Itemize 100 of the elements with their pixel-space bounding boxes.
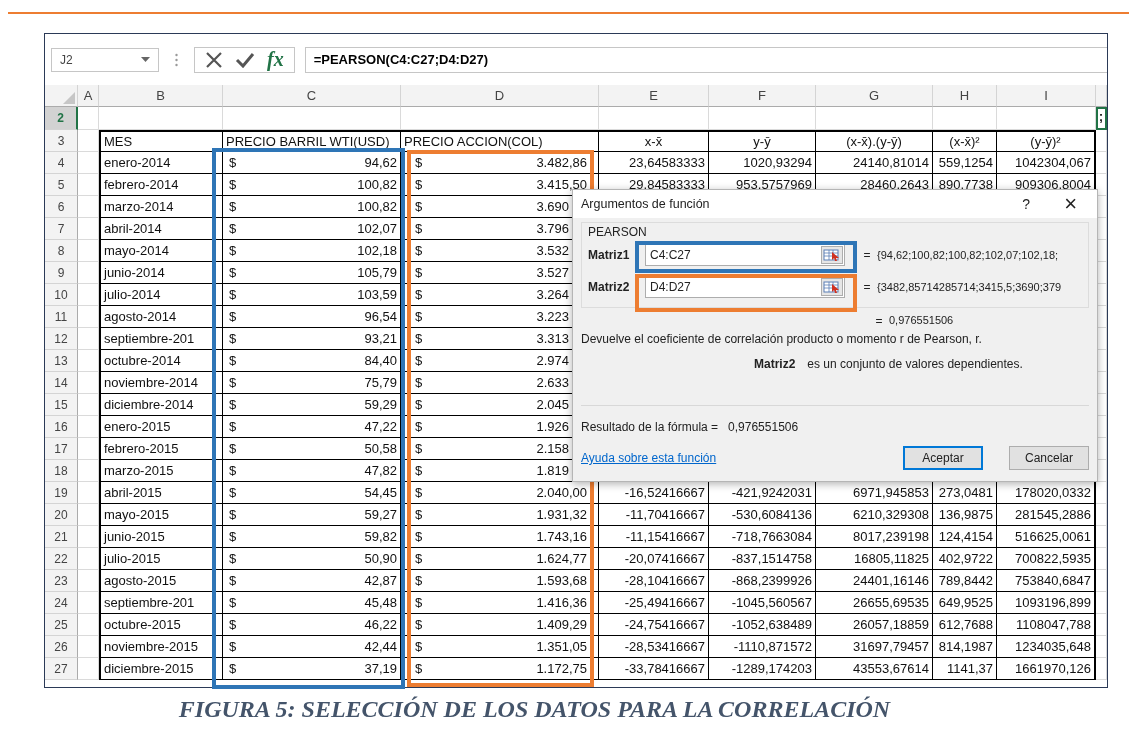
table-cell: 1.926 bbox=[536, 419, 569, 434]
help-link[interactable]: Ayuda sobre esta función bbox=[581, 451, 877, 465]
currency-sign: $ bbox=[415, 485, 423, 500]
empty-cell bbox=[78, 460, 99, 482]
table-cell: 516625,0061 bbox=[997, 526, 1096, 548]
range-picker-icon[interactable] bbox=[821, 278, 843, 296]
row-header[interactable]: 11 bbox=[45, 306, 78, 328]
column-header[interactable]: C bbox=[223, 85, 401, 107]
column-header[interactable]: B bbox=[99, 85, 223, 107]
table-cell: noviembre-2014 bbox=[99, 372, 223, 394]
name-box[interactable]: J2 bbox=[51, 47, 159, 72]
row-header[interactable]: 22 bbox=[45, 548, 78, 570]
table-cell: 2.045 bbox=[536, 397, 569, 412]
row-header[interactable]: 24 bbox=[45, 592, 78, 614]
column-header[interactable]: D bbox=[401, 85, 599, 107]
row-header[interactable]: 8 bbox=[45, 240, 78, 262]
table-cell: octubre-2014 bbox=[99, 350, 223, 372]
active-cell[interactable]: ; bbox=[1096, 107, 1107, 130]
row-header[interactable]: 7 bbox=[45, 218, 78, 240]
table-cell: 42,87 bbox=[364, 573, 397, 588]
table-header-cell: PRECIO ACCION(COL) bbox=[401, 130, 599, 152]
column-header[interactable]: I bbox=[997, 85, 1096, 107]
close-button[interactable]: × bbox=[1064, 193, 1077, 215]
cancel-icon[interactable] bbox=[205, 50, 223, 69]
row-header[interactable]: 27 bbox=[45, 658, 78, 680]
column-header[interactable]: A bbox=[78, 85, 99, 107]
table-cell: -1289,174203 bbox=[709, 658, 816, 680]
insert-function-button[interactable]: fx bbox=[267, 48, 284, 71]
row-header[interactable]: 17 bbox=[45, 438, 78, 460]
dialog-button[interactable]: Aceptar bbox=[903, 446, 983, 470]
row-header[interactable]: 12 bbox=[45, 328, 78, 350]
help-button[interactable]: ? bbox=[1022, 196, 1031, 212]
table-cell: 59,82 bbox=[364, 529, 397, 544]
currency-sign: $ bbox=[415, 309, 423, 324]
table-cell: -1110,871572 bbox=[709, 636, 816, 658]
argument-preview: {3482,85714285714;3415,5;3690;379 bbox=[877, 281, 1062, 293]
table-cell: 3.313 bbox=[536, 331, 569, 346]
currency-sign: $ bbox=[415, 397, 423, 412]
currency-sign: $ bbox=[229, 529, 237, 544]
row-header[interactable]: 13 bbox=[45, 350, 78, 372]
table-cell: 1.172,75 bbox=[536, 661, 587, 676]
empty-cell bbox=[78, 482, 99, 504]
table-header-cell: MES bbox=[99, 130, 223, 152]
table-cell: marzo-2014 bbox=[99, 196, 223, 218]
check-icon[interactable] bbox=[235, 51, 255, 68]
table-cell: 24401,16146 bbox=[816, 570, 933, 592]
row-header[interactable]: 26 bbox=[45, 636, 78, 658]
column-header[interactable]: F bbox=[709, 85, 816, 107]
empty-cell bbox=[78, 372, 99, 394]
formula-bar[interactable]: =PEARSON(C4:C27;D4:D27) bbox=[304, 46, 1107, 73]
table-cell: 700822,5935 bbox=[997, 548, 1096, 570]
row-header[interactable]: 4 bbox=[45, 152, 78, 174]
row-header[interactable]: 6 bbox=[45, 196, 78, 218]
row-header[interactable]: 3 bbox=[45, 130, 78, 152]
empty-cell bbox=[78, 262, 99, 284]
currency-sign: $ bbox=[415, 353, 423, 368]
row-header[interactable]: 21 bbox=[45, 526, 78, 548]
table-cell: 3.796 bbox=[536, 221, 569, 236]
column-header[interactable]: E bbox=[599, 85, 709, 107]
column-header[interactable]: H bbox=[933, 85, 997, 107]
figure-caption: FIGURA 5: SELECCIÓN DE LOS DATOS PARA LA CORRELACIÓN bbox=[177, 696, 892, 723]
column-header[interactable]: G bbox=[816, 85, 933, 107]
range-picker-icon[interactable] bbox=[821, 246, 843, 264]
currency-sign: $ bbox=[229, 551, 237, 566]
currency-sign: $ bbox=[229, 661, 237, 676]
empty-cell bbox=[1096, 570, 1107, 592]
row-header[interactable]: 23 bbox=[45, 570, 78, 592]
table-cell: -1052,638489 bbox=[709, 614, 816, 636]
currency-sign: $ bbox=[229, 441, 237, 456]
row-header[interactable]: 16 bbox=[45, 416, 78, 438]
row-header[interactable]: 9 bbox=[45, 262, 78, 284]
row-header[interactable]: 10 bbox=[45, 284, 78, 306]
table-cell: febrero-2014 bbox=[99, 174, 223, 196]
function-name: PEARSON bbox=[588, 225, 648, 239]
argument-label: Matriz2 bbox=[588, 280, 631, 294]
row-header[interactable]: 20 bbox=[45, 504, 78, 526]
row-header[interactable]: 18 bbox=[45, 460, 78, 482]
empty-cell bbox=[78, 526, 99, 548]
formula-result: Resultado de la fórmula = 0,976551506 bbox=[581, 420, 800, 434]
argument-label: Matriz1 bbox=[588, 248, 631, 262]
row-header[interactable]: 5 bbox=[45, 174, 78, 196]
table-cell: 3.482,86 bbox=[536, 155, 587, 170]
table-cell: junio-2014 bbox=[99, 262, 223, 284]
table-cell: 59,27 bbox=[364, 507, 397, 522]
table-cell: 26655,69535 bbox=[816, 592, 933, 614]
row-header[interactable]: 19 bbox=[45, 482, 78, 504]
row-header[interactable]: 25 bbox=[45, 614, 78, 636]
row-header[interactable]: 14 bbox=[45, 372, 78, 394]
empty-cell bbox=[78, 196, 99, 218]
table-cell: -11,15416667 bbox=[599, 526, 709, 548]
table-cell: 559,1254 bbox=[933, 152, 997, 174]
empty-cell bbox=[78, 416, 99, 438]
empty-cell bbox=[78, 658, 99, 680]
currency-sign: $ bbox=[229, 199, 237, 214]
dialog-button[interactable]: Cancelar bbox=[1009, 446, 1089, 470]
currency-sign: $ bbox=[415, 573, 423, 588]
row-header[interactable]: 2 bbox=[45, 107, 78, 130]
table-cell: 100,82 bbox=[357, 199, 397, 214]
table-cell: 1.416,36 bbox=[536, 595, 587, 610]
row-header[interactable]: 15 bbox=[45, 394, 78, 416]
